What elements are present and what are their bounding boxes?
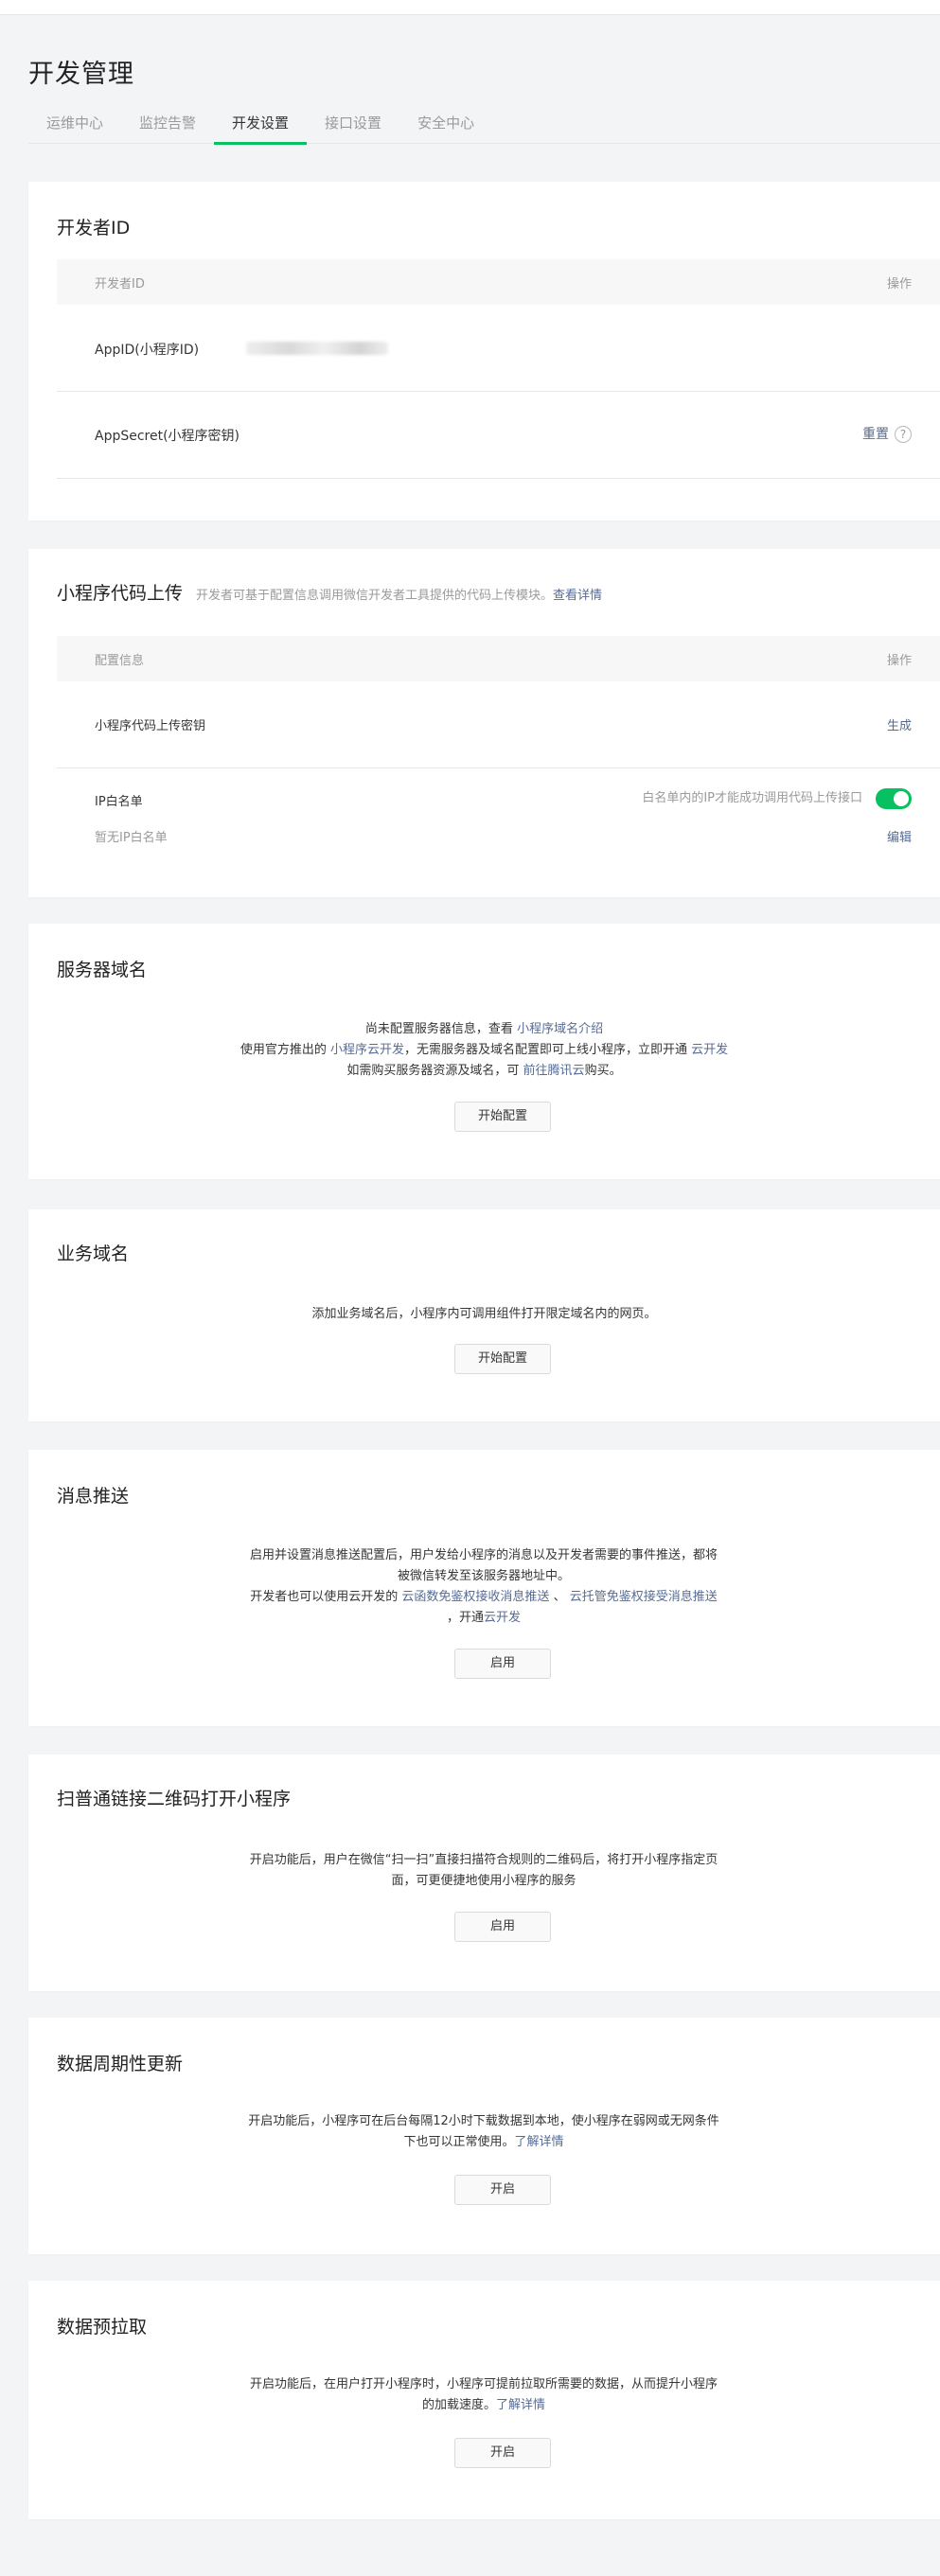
page-title: 开发管理 (28, 60, 134, 89)
business-domain-title: 业务域名 (57, 1244, 130, 1264)
enable-cloud-dev-link[interactable]: 云开发 (691, 1043, 728, 1057)
server-domain-text-3a: 如需购买服务器资源及域名，可 (346, 1064, 523, 1078)
developer-id-title: 开发者ID (57, 218, 131, 238)
qrcode-open-title: 扫普通链接二维码打开小程序 (57, 1789, 292, 1809)
message-push-text-b: 开发者也可以使用云开发的 (250, 1590, 402, 1604)
appsecret-label: AppSecret(小程序密钥) (95, 429, 240, 444)
appid-row: AppID(小程序ID) (57, 305, 940, 392)
periodic-update-text: 开启功能后，小程序可在后台每隔12小时下载数据到本地，使小程序在弱网或无网条件下… (248, 2114, 719, 2149)
code-upload-desc: 开发者可基于配置信息调用微信开发者工具提供的代码上传模块。查看详情 (196, 589, 602, 603)
help-icon[interactable]: ? (895, 426, 912, 443)
server-domain-line-1: 尚未配置服务器信息，查看 小程序域名介绍 (28, 1019, 940, 1040)
message-push-title: 消息推送 (57, 1486, 130, 1507)
col-developer-id: 开发者ID (95, 277, 145, 291)
tab-dev-settings[interactable]: 开发设置 (214, 112, 308, 145)
prefetch-learn-more-link[interactable]: 了解详情 (496, 2398, 545, 2412)
periodic-update-card: 数据周期性更新 开启功能后，小程序可在后台每隔12小时下载数据到本地，使小程序在… (28, 2018, 940, 2254)
business-domain-start-button[interactable]: 开始配置 (454, 1344, 551, 1374)
message-push-info: 启用并设置消息推送配置后，用户发给小程序的消息以及开发者需要的事件推送，都将被微… (247, 1545, 720, 1629)
tab-security-center[interactable]: 安全中心 (399, 112, 492, 144)
edit-ip-whitelist-link[interactable]: 编辑 (887, 827, 912, 845)
server-domain-text-1: 尚未配置服务器信息，查看 (364, 1022, 518, 1036)
view-details-link[interactable]: 查看详情 (553, 589, 602, 603)
code-upload-title: 小程序代码上传 开发者可基于配置信息调用微信开发者工具提供的代码上传模块。查看详情 (57, 579, 602, 605)
prefetch-enable-button[interactable]: 开启 (454, 2438, 551, 2468)
server-domain-line-3: 如需购买服务器资源及域名，可 前往腾讯云购买。 (28, 1061, 940, 1082)
code-upload-card: 小程序代码上传 开发者可基于配置信息调用微信开发者工具提供的代码上传模块。查看详情… (28, 549, 940, 897)
periodic-update-enable-button[interactable]: 开启 (454, 2175, 551, 2205)
code-upload-title-text: 小程序代码上传 (57, 583, 184, 604)
col-action: 操作 (886, 277, 912, 291)
tab-ops-center[interactable]: 运维中心 (28, 112, 121, 144)
server-domain-text-2b: ，无需服务器及域名配置即可上线小程序，立即开通 (404, 1043, 692, 1057)
server-domain-line-2: 使用官方推出的 小程序云开发，无需服务器及域名配置即可上线小程序，立即开通 云开… (28, 1040, 940, 1061)
server-domain-info: 尚未配置服务器信息，查看 小程序域名介绍 使用官方推出的 小程序云开发，无需服务… (28, 1019, 940, 1082)
prefetch-text: 开启功能后，在用户打开小程序时，小程序可提前拉取所需要的数据，从而提升小程序的加… (249, 2377, 718, 2412)
appid-label: AppID(小程序ID) (95, 343, 200, 358)
ip-whitelist-label: IP白名单 (95, 795, 143, 809)
domain-intro-link[interactable]: 小程序域名介绍 (517, 1022, 603, 1036)
toggle-knob (894, 790, 909, 806)
code-upload-table-header: 配置信息 操作 (57, 636, 940, 681)
cloud-function-push-link[interactable]: 云函数免鉴权接收消息推送 (401, 1590, 549, 1604)
appsecret-actions: 重置? (862, 424, 912, 443)
developer-id-table-header: 开发者ID 操作 (57, 259, 940, 305)
qrcode-open-card: 扫普通链接二维码打开小程序 开启功能后，用户在微信“扫一扫”直接扫描符合规则的二… (28, 1755, 940, 1991)
server-domain-title: 服务器域名 (57, 960, 148, 980)
qrcode-open-enable-button[interactable]: 启用 (454, 1912, 551, 1942)
business-domain-card: 业务域名 添加业务域名后，小程序内可调用组件打开限定域名内的网页。 开始配置 (28, 1209, 940, 1421)
prefetch-title: 数据预拉取 (57, 2317, 148, 2338)
ip-whitelist-control: 白名单内的IP才能成功调用代码上传接口 (642, 787, 912, 809)
code-upload-desc-text: 开发者可基于配置信息调用微信开发者工具提供的代码上传模块。 (196, 589, 554, 603)
upload-key-label: 小程序代码上传密钥 (95, 719, 206, 733)
message-push-text-d: ，开通 (446, 1611, 484, 1625)
cloud-dev-link[interactable]: 小程序云开发 (330, 1043, 404, 1057)
appsecret-row: AppSecret(小程序密钥) 重置? (57, 392, 940, 479)
message-push-card: 消息推送 启用并设置消息推送配置后，用户发给小程序的消息以及开发者需要的事件推送… (28, 1450, 940, 1726)
enable-cloud-dev-link[interactable]: 云开发 (484, 1611, 521, 1625)
generate-key-link[interactable]: 生成 (887, 715, 912, 733)
col-config-info: 配置信息 (95, 654, 145, 668)
qrcode-open-text: 开启功能后，用户在微信“扫一扫”直接扫描符合规则的二维码后，将打开小程序指定页面… (249, 1853, 718, 1888)
tab-api-settings[interactable]: 接口设置 (307, 112, 399, 144)
message-push-text-c: 、 (549, 1590, 570, 1604)
ip-whitelist-empty: 暂无IP白名单 (95, 831, 168, 845)
reset-appsecret-link[interactable]: 重置 (862, 427, 889, 442)
server-domain-start-button[interactable]: 开始配置 (454, 1102, 551, 1132)
message-push-line-2: 开发者也可以使用云开发的 云函数免鉴权接收消息推送 、 云托管免鉴权接受消息推送… (247, 1587, 720, 1629)
periodic-update-learn-more-link[interactable]: 了解详情 (515, 2135, 564, 2149)
upload-key-row: 小程序代码上传密钥 生成 (57, 681, 940, 768)
prefetch-info: 开启功能后，在用户打开小程序时，小程序可提前拉取所需要的数据，从而提升小程序的加… (247, 2374, 720, 2416)
ip-whitelist-hint: 白名单内的IP才能成功调用代码上传接口 (642, 791, 862, 805)
top-bar (0, 0, 940, 15)
server-domain-text-3b: 购买。 (584, 1064, 622, 1078)
ip-whitelist-row: IP白名单 白名单内的IP才能成功调用代码上传接口 暂无IP白名单 编辑 (57, 768, 940, 867)
business-domain-text: 添加业务域名后，小程序内可调用组件打开限定域名内的网页。 (311, 1307, 657, 1321)
tab-monitoring[interactable]: 监控告警 (121, 112, 214, 144)
server-domain-card: 服务器域名 尚未配置服务器信息，查看 小程序域名介绍 使用官方推出的 小程序云开… (28, 924, 940, 1179)
server-domain-text-2a: 使用官方推出的 (239, 1043, 330, 1057)
appid-value-masked (246, 342, 388, 355)
message-push-enable-button[interactable]: 启用 (454, 1649, 551, 1679)
periodic-update-info: 开启功能后，小程序可在后台每隔12小时下载数据到本地，使小程序在弱网或无网条件下… (247, 2111, 720, 2153)
prefetch-card: 数据预拉取 开启功能后，在用户打开小程序时，小程序可提前拉取所需要的数据，从而提… (28, 2281, 940, 2519)
developer-id-card: 开发者ID 开发者ID 操作 AppID(小程序ID) AppSecret(小程… (28, 182, 940, 520)
tencent-cloud-link[interactable]: 前往腾讯云 (523, 1064, 585, 1078)
periodic-update-title: 数据周期性更新 (57, 2054, 184, 2074)
tab-bar: 运维中心 监控告警 开发设置 接口设置 安全中心 (28, 112, 940, 145)
message-push-text-a: 启用并设置消息推送配置后，用户发给小程序的消息以及开发者需要的事件推送，都将被微… (249, 1548, 718, 1583)
ip-whitelist-toggle[interactable] (876, 787, 912, 809)
cloud-hosting-push-link[interactable]: 云托管免鉴权接受消息推送 (570, 1590, 718, 1604)
col-action: 操作 (886, 654, 912, 668)
